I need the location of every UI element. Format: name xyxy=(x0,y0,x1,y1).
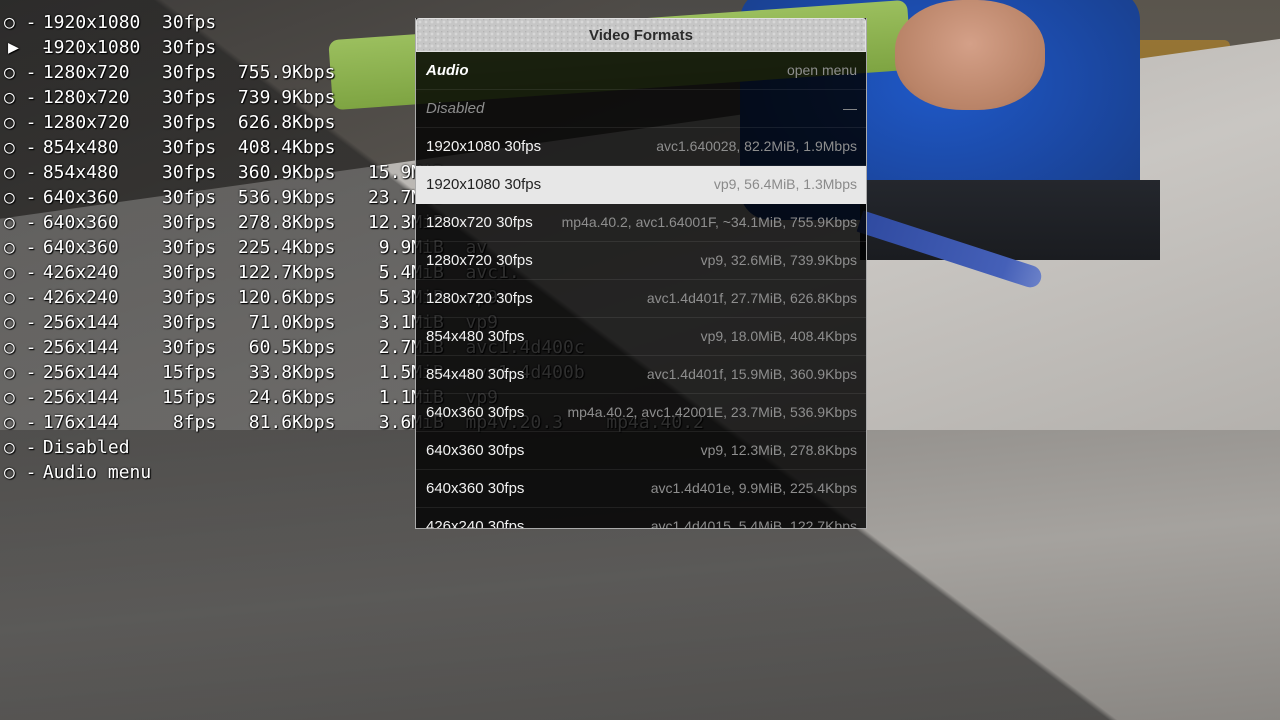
radio-bullet-icon: ○ - xyxy=(4,362,37,383)
radio-bullet-icon: ○ - xyxy=(4,387,37,408)
menu-item-label: 1280x720 30fps xyxy=(426,214,533,231)
osd-item-label: Disabled xyxy=(32,437,130,458)
menu-item-label: 640x360 30fps xyxy=(426,480,525,497)
menu-items: Audio open menu Disabled — 1920x1080 30fps av… xyxy=(416,52,866,529)
osd-item-label: 854x480 30fps 360.9Kbps 15.9MiB xyxy=(32,162,444,183)
radio-bullet-icon: ○ - xyxy=(4,62,37,83)
menu-item-label: 1920x1080 30fps xyxy=(426,138,542,155)
menu-item-label: 1280x720 30fps xyxy=(426,252,533,269)
menu-item-detail: avc1.640028, 82.2MiB, 1.9Mbps xyxy=(656,138,857,154)
osd-item-label: 1920x1080 30fps xyxy=(32,37,217,58)
menu-item-label: 640x360 30fps xyxy=(426,442,525,459)
radio-bullet-icon: ○ - xyxy=(4,437,37,458)
play-marker-icon: ▶ - xyxy=(8,37,52,58)
radio-bullet-icon: ○ - xyxy=(4,312,37,333)
menu-item[interactable]: 640x360 30fps vp9, 12.3MiB, 278.8Kbps xyxy=(416,432,866,470)
menu-title: Video Formats xyxy=(416,18,866,52)
radio-bullet-icon: ○ - xyxy=(4,287,37,308)
osd-item-label: Audio menu xyxy=(32,462,152,483)
menu-item[interactable]: 426x240 30fps avc1.4d4015, 5.4MiB, 122.7K… xyxy=(416,508,866,529)
menu-item-label: Disabled xyxy=(426,100,485,117)
radio-bullet-icon: ○ - xyxy=(4,12,37,33)
menu-item-detail: avc1.4d401f, 15.9MiB, 360.9Kbps xyxy=(646,366,857,382)
osd-item-label: 1280x720 30fps 739.9Kbps xyxy=(32,87,336,108)
osd-item-label: 640x360 30fps 536.9Kbps 23.7MiB xyxy=(32,187,444,208)
menu-item[interactable]: 1280x720 30fps mp4a.40.2, avc1.64001F, ~3… xyxy=(416,204,866,242)
menu-item[interactable]: 1280x720 30fps avc1.4d401f, 27.7MiB, 626.… xyxy=(416,280,866,318)
menu-item-label: 1280x720 30fps xyxy=(426,290,533,307)
menu-item-label: Audio xyxy=(426,62,469,79)
radio-bullet-icon: ○ - xyxy=(4,412,37,433)
menu-item-detail: vp9, 12.3MiB, 278.8Kbps xyxy=(700,442,857,458)
menu-item-detail: avc1.4d401f, 27.7MiB, 626.8Kbps xyxy=(646,290,857,306)
person-hand xyxy=(895,0,1045,110)
radio-bullet-icon: ○ - xyxy=(4,237,37,258)
menu-item-detail: mp4a.40.2, avc1.64001F, ~34.1MiB, 755.9K… xyxy=(561,214,857,230)
osd-item-label: 640x360 30fps 278.8Kbps 12.3MiB xyxy=(32,212,444,233)
radio-bullet-icon: ○ - xyxy=(4,137,37,158)
menu-item[interactable]: Disabled — xyxy=(416,90,866,128)
menu-item-detail: avc1.4d401e, 9.9MiB, 225.4Kbps xyxy=(650,480,857,496)
menu-item-detail: vp9, 56.4MiB, 1.3Mbps xyxy=(713,176,857,192)
osd-item-label: 1920x1080 30fps xyxy=(32,12,217,33)
osd-item-label: 1280x720 30fps 755.9Kbps xyxy=(32,62,336,83)
menu-item-detail: open menu xyxy=(786,62,857,78)
menu-item-label: 854x480 30fps xyxy=(426,366,525,383)
video-formats-menu: Video Formats Audio open menu Disabled — 192… xyxy=(415,18,867,529)
radio-bullet-icon: ○ - xyxy=(4,87,37,108)
person-apron xyxy=(860,180,1160,260)
menu-item[interactable]: 854x480 30fps vp9, 18.0MiB, 408.4Kbps xyxy=(416,318,866,356)
menu-item-label: 854x480 30fps xyxy=(426,328,525,345)
radio-bullet-icon: ○ - xyxy=(4,462,37,483)
radio-bullet-icon: ○ - xyxy=(4,337,37,358)
menu-item-selected[interactable]: 1920x1080 30fps vp9, 56.4MiB, 1.3Mbps xyxy=(416,166,866,204)
radio-bullet-icon: ○ - xyxy=(4,262,37,283)
menu-item-label: 640x360 30fps xyxy=(426,404,525,421)
menu-item-label: 426x240 30fps xyxy=(426,518,525,529)
menu-item-detail: vp9, 18.0MiB, 408.4Kbps xyxy=(700,328,857,344)
menu-item[interactable]: 1920x1080 30fps avc1.640028, 82.2MiB, 1.9… xyxy=(416,128,866,166)
menu-item-detail: vp9, 32.6MiB, 739.9Kbps xyxy=(700,252,857,268)
osd-item-label: 854x480 30fps 408.4Kbps xyxy=(32,137,336,158)
radio-bullet-icon: ○ - xyxy=(4,212,37,233)
radio-bullet-icon: ○ - xyxy=(4,162,37,183)
osd-item-label: 1280x720 30fps 626.8Kbps xyxy=(32,112,336,133)
menu-item[interactable]: Audio open menu xyxy=(416,52,866,90)
radio-bullet-icon: ○ - xyxy=(4,187,37,208)
radio-bullet-icon: ○ - xyxy=(4,112,37,133)
menu-item[interactable]: 640x360 30fps mp4a.40.2, avc1.42001E, 23.… xyxy=(416,394,866,432)
menu-item-detail: mp4a.40.2, avc1.42001E, 23.7MiB, 536.9Kb… xyxy=(567,404,857,420)
menu-item-label: 1920x1080 30fps xyxy=(426,176,542,193)
menu-item[interactable]: 854x480 30fps avc1.4d401f, 15.9MiB, 360.9… xyxy=(416,356,866,394)
menu-item[interactable]: 640x360 30fps avc1.4d401e, 9.9MiB, 225.4K… xyxy=(416,470,866,508)
menu-item[interactable]: 1280x720 30fps vp9, 32.6MiB, 739.9Kbps xyxy=(416,242,866,280)
menu-item-detail: — xyxy=(843,100,857,116)
menu-item-detail: avc1.4d4015, 5.4MiB, 122.7Kbps xyxy=(650,518,857,529)
